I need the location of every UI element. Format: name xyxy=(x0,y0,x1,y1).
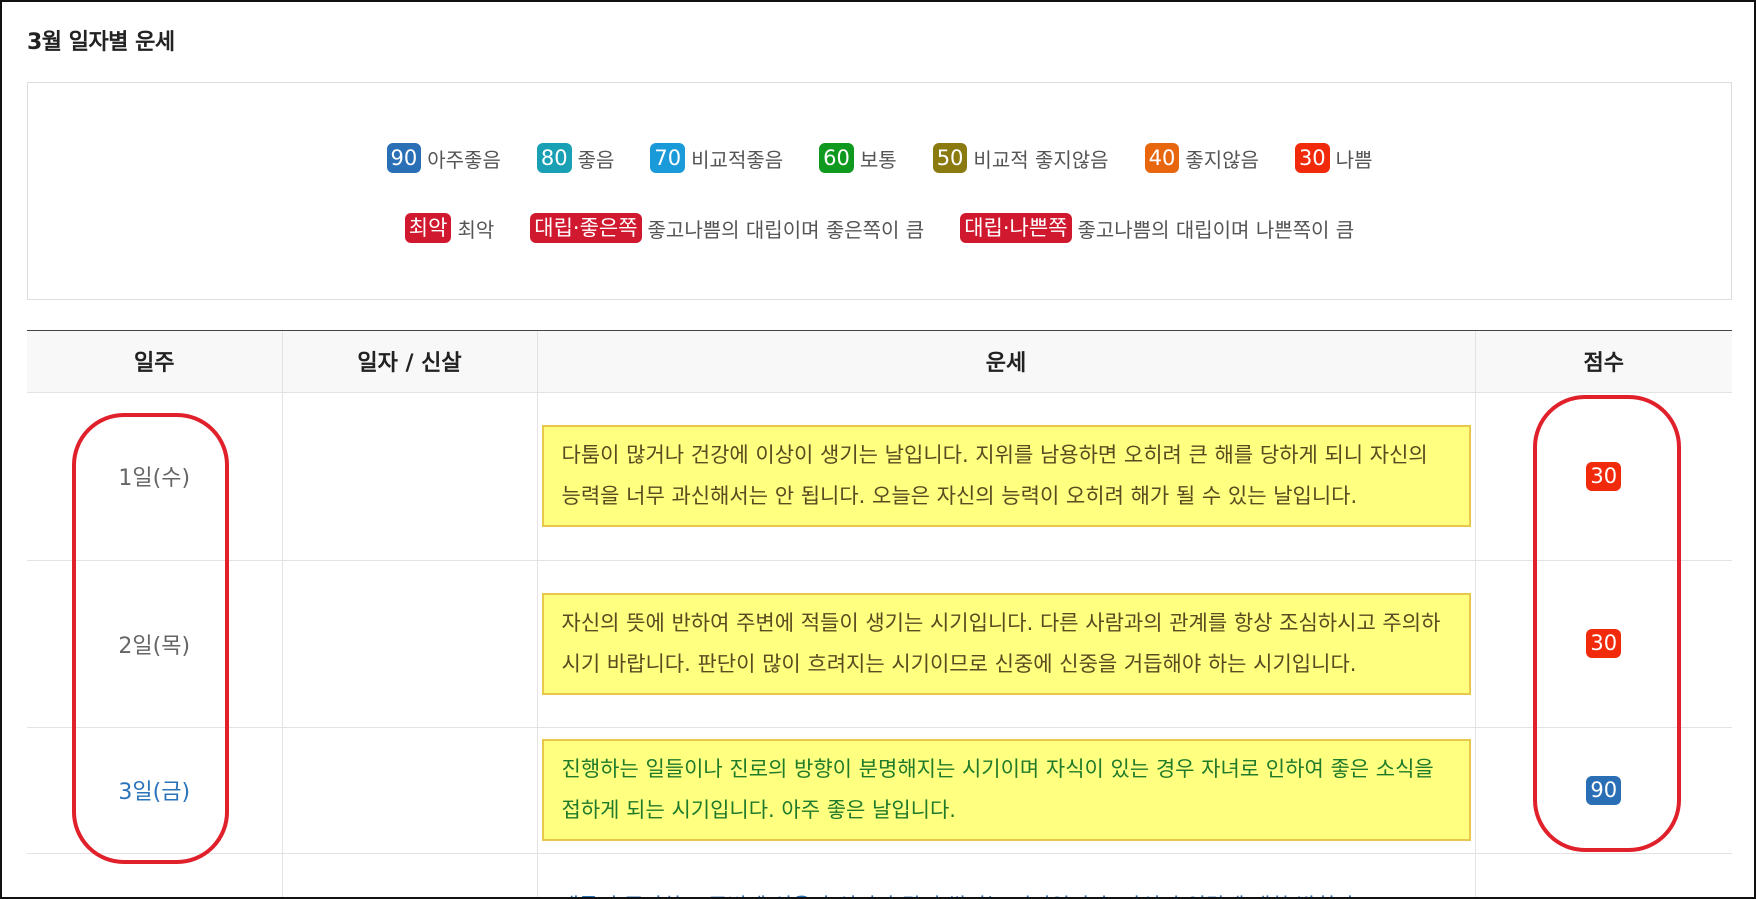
score-badge-80: 80 xyxy=(536,143,572,173)
legend-label: 나쁨 xyxy=(1335,147,1373,172)
fortune-text: 다툼이 많거나 건강에 이상이 생기는 날입니다. 지위를 남용하면 오히려 큰… xyxy=(541,425,1471,527)
score-cell: 90 xyxy=(1474,727,1732,854)
legend-label: 비교적 좋지않음 xyxy=(973,147,1109,172)
score-cell: 30 xyxy=(1474,560,1732,728)
legend-item-50: 50 비교적 좋지않음 xyxy=(932,143,1109,173)
legend-label: 좋고나쁨의 대립이며 좋은쪽이 큼 xyxy=(647,217,925,242)
legend-label: 아주좋음 xyxy=(427,147,501,172)
score-badge-60: 60 xyxy=(819,143,854,173)
fortune-text: 자신의 뜻에 반하여 주변에 적들이 생기는 시기입니다. 다른 사람과의 관계… xyxy=(541,592,1471,695)
legend-item-conflict-bad: 대립·나쁜쪽 좋고나쁨의 대립이며 나쁜쪽이 큼 xyxy=(960,213,1354,243)
score-legend: 90 아주좋음 80 좋음 70 비교적좋음 60 보통 50 비교적 좋지않음… xyxy=(27,82,1732,300)
legend-item-80: 80 좋음 xyxy=(536,143,615,173)
fortune-cell: 진행하는 일들이나 진로의 방향이 분명해지는 시기이며 자식이 있는 경우 자… xyxy=(536,727,1475,854)
fortune-cell: 자신의 뜻에 반하여 주변에 적들이 생기는 시기입니다. 다른 사람과의 관계… xyxy=(536,560,1475,728)
fortune-cell: 재물이 증가하고 주변에 신용과 신뢰가 많이 쌓이는 시기입니다. 자신의 역… xyxy=(536,853,1475,897)
score-badge-70: 70 xyxy=(650,143,686,173)
header-score: 점수 xyxy=(1474,331,1732,393)
legend-label: 비교적좋음 xyxy=(691,147,784,172)
score-badge-40: 40 xyxy=(1144,143,1180,173)
score-cell: 30 xyxy=(1474,392,1732,561)
fortune-text: 재물이 증가하고 주변에 신용과 신뢰가 많이 쌓이는 시기입니다. 자신의 역… xyxy=(541,877,1471,897)
shinsal-cell xyxy=(281,853,537,897)
legend-row-scores: 90 아주좋음 80 좋음 70 비교적좋음 60 보통 50 비교적 좋지않음… xyxy=(28,143,1731,173)
legend-row-special: 최악 최악 대립·좋은쪽 좋고나쁨의 대립이며 좋은쪽이 큼 대립·나쁜쪽 좋고… xyxy=(28,213,1731,243)
legend-label: 보통 xyxy=(859,147,897,172)
legend-label: 좋지않음 xyxy=(1185,147,1259,172)
legend-item-90: 90 아주좋음 xyxy=(386,143,501,173)
table-row: 1일(수) 다툼이 많거나 건강에 이상이 생기는 날입니다. 지위를 남용하면… xyxy=(27,392,1732,561)
score-badge-90: 90 xyxy=(386,143,422,173)
fortune-table-wrap: 일주 일자 / 신살 운세 점수 1일(수) 다툼이 많거나 건강에 이상이 생… xyxy=(27,330,1732,897)
conflict-good-badge: 대립·좋은쪽 xyxy=(530,213,642,243)
legend-label: 좋고나쁨의 대립이며 나쁜쪽이 큼 xyxy=(1077,217,1355,242)
table-row: 2일(목) 자신의 뜻에 반하여 주변에 적들이 생기는 시기입니다. 다른 사… xyxy=(27,560,1732,728)
score-badge-50: 50 xyxy=(932,143,968,173)
header-date-shinsal: 일자 / 신살 xyxy=(281,331,537,393)
fortune-text: 진행하는 일들이나 진로의 방향이 분명해지는 시기이며 자식이 있는 경우 자… xyxy=(541,739,1471,841)
score-cell xyxy=(1474,853,1732,897)
page-title: 3월 일자별 운세 xyxy=(27,30,175,55)
shinsal-cell xyxy=(281,560,537,728)
fortune-table: 일주 일자 / 신살 운세 점수 1일(수) 다툼이 많거나 건강에 이상이 생… xyxy=(27,331,1732,897)
legend-item-conflict-good: 대립·좋은쪽 좋고나쁨의 대립이며 좋은쪽이 큼 xyxy=(530,213,924,243)
score-badge-30: 30 xyxy=(1294,143,1330,173)
conflict-bad-badge: 대립·나쁜쪽 xyxy=(960,213,1072,243)
legend-label: 최악 xyxy=(457,217,495,242)
legend-item-worst: 최악 최악 xyxy=(404,213,495,243)
table-row: 3일(금) 진행하는 일들이나 진로의 방향이 분명해지는 시기이며 자식이 있… xyxy=(27,727,1732,854)
day-cell: 2일(목) xyxy=(27,560,282,728)
header-day-pillar: 일주 xyxy=(27,331,282,393)
score-badge: 30 xyxy=(1586,629,1622,658)
worst-badge: 최악 xyxy=(404,213,452,243)
shinsal-cell xyxy=(281,392,537,561)
table-header-row: 일주 일자 / 신살 운세 점수 xyxy=(27,331,1732,393)
legend-item-60: 60 보통 xyxy=(819,143,897,173)
day-cell: 1일(수) xyxy=(27,392,282,561)
table-row: 재물이 증가하고 주변에 신용과 신뢰가 많이 쌓이는 시기입니다. 자신의 역… xyxy=(27,853,1732,897)
header-fortune: 운세 xyxy=(536,331,1475,393)
legend-label: 좋음 xyxy=(577,147,615,172)
legend-item-40: 40 좋지않음 xyxy=(1144,143,1259,173)
legend-item-70: 70 비교적좋음 xyxy=(650,143,783,173)
day-cell: 3일(금) xyxy=(27,727,282,854)
score-badge: 90 xyxy=(1586,775,1622,805)
legend-item-30: 30 나쁨 xyxy=(1294,143,1373,173)
fortune-cell: 다툼이 많거나 건강에 이상이 생기는 날입니다. 지위를 남용하면 오히려 큰… xyxy=(536,392,1475,561)
page-frame: 3월 일자별 운세 90 아주좋음 80 좋음 70 비교적좋음 60 보통 5… xyxy=(0,0,1756,899)
shinsal-cell xyxy=(281,727,537,854)
score-badge: 30 xyxy=(1586,461,1622,491)
day-cell xyxy=(27,853,282,897)
